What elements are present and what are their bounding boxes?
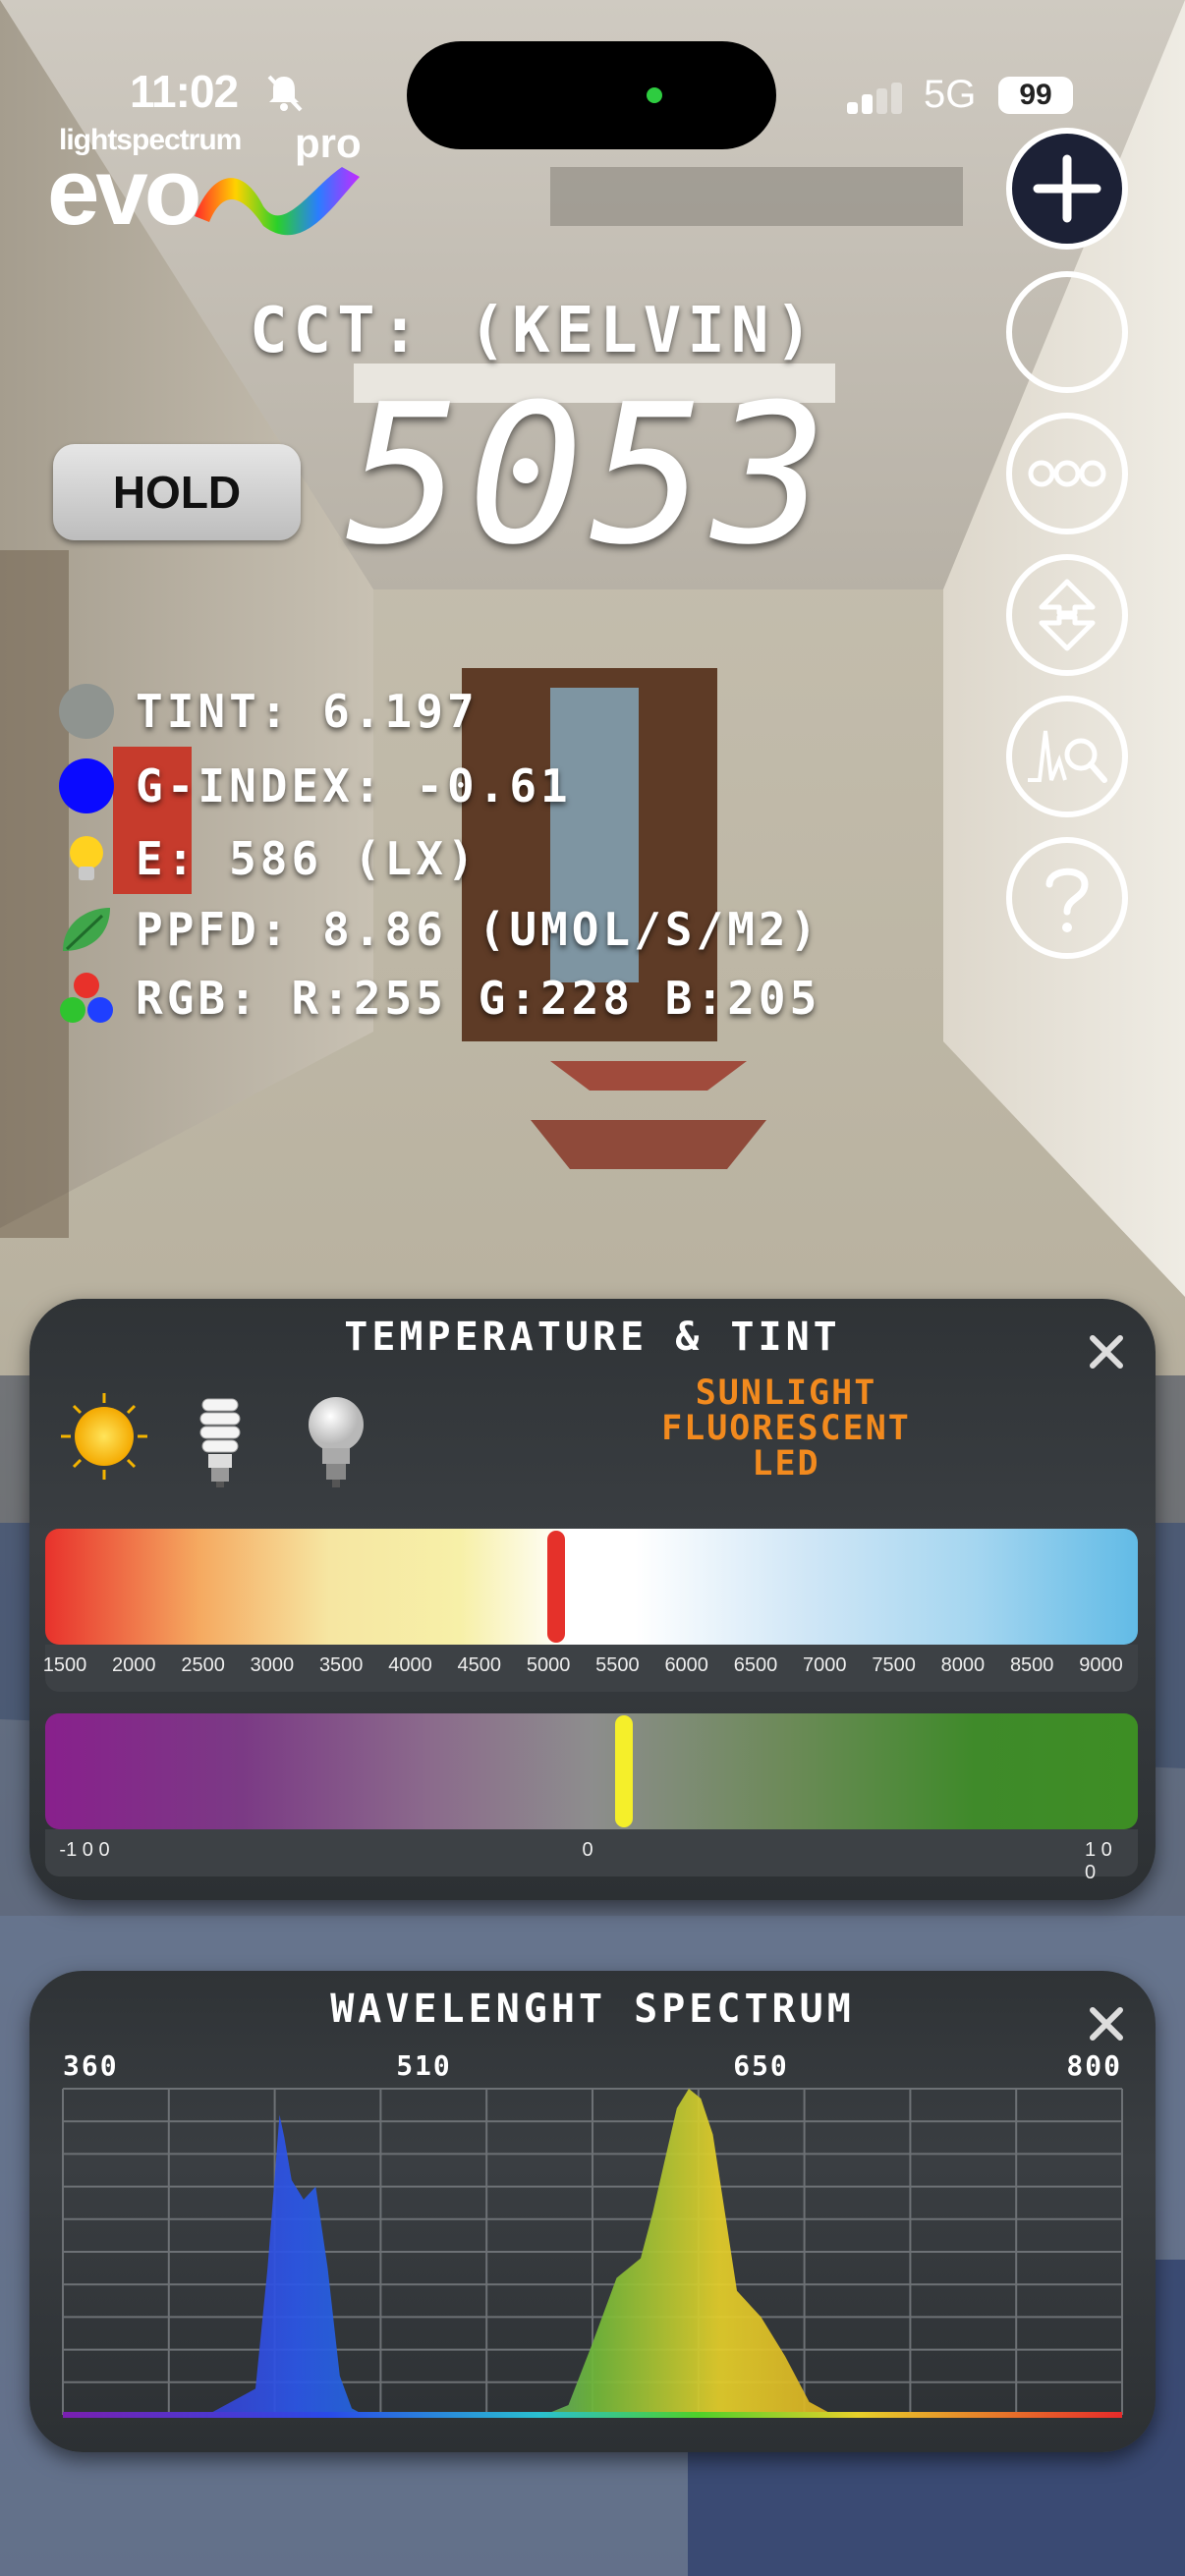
tint-scale-mid: 0: [582, 1839, 593, 1861]
kelvin-tick-label: 7000: [803, 1654, 847, 1676]
kelvin-scale: 1500 2000 2500 3000 3500 4000 4500 5000 5500 6000…: [42, 1645, 1138, 1692]
tint-scale-min: -1 0 0: [59, 1839, 110, 1861]
spectrum-axis-label: 650: [733, 2049, 789, 2082]
blue-circle-icon: [59, 758, 114, 813]
leaf-icon: [59, 902, 114, 957]
kelvin-tick-label: 3500: [318, 1654, 364, 1676]
spectrum-search-icon: [1028, 730, 1107, 783]
light-type-sunlight: SUNLIGHT: [695, 1373, 877, 1413]
metric-illuminance-text: E: 586 (LX): [136, 832, 479, 885]
svg-text:evo: evo: [47, 147, 198, 236]
more-button[interactable]: [1006, 413, 1128, 534]
help-button[interactable]: [1006, 837, 1128, 959]
kelvin-tick-label: 8500: [1009, 1654, 1054, 1676]
tint-scale: -1 0 0 0 1 0 0: [45, 1829, 1138, 1883]
kelvin-tick-label: 4000: [388, 1654, 432, 1676]
kelvin-tick-label: 7500: [872, 1654, 916, 1676]
camera-indicator-dot: [647, 87, 662, 103]
wavelength-spectrum-panel: 360 510 650 800 WAVELENGHT SPECTRUM: [29, 1971, 1156, 2452]
metric-rgb: RGB: R:255 G:228 B:205: [59, 967, 820, 1030]
silent-bell-icon: [267, 75, 303, 112]
light-type-fluorescent: FLUORESCENT: [661, 1409, 911, 1448]
cct-marker[interactable]: [546, 1531, 565, 1643]
kelvin-tick-label: 6000: [664, 1654, 708, 1676]
kelvin-tick-label: 9000: [1079, 1654, 1123, 1676]
kelvin-tick-label: 8000: [940, 1654, 986, 1676]
capture-button[interactable]: [1006, 271, 1128, 393]
kelvin-tick-label: 1500: [42, 1654, 87, 1676]
close-icon[interactable]: [1087, 2004, 1126, 2044]
metric-g-index-text: G-INDEX: -0.61: [136, 759, 572, 812]
temperature-panel-title: TEMPERATURE & TINT: [344, 1315, 841, 1360]
hold-button[interactable]: HOLD: [53, 444, 301, 540]
cct-gradient-bar: [45, 1529, 1138, 1645]
plus-icon: [1033, 154, 1101, 223]
kelvin-tick-label: 2000: [112, 1654, 156, 1676]
status-time: 11:02: [130, 66, 239, 117]
signal-icon: [847, 83, 902, 114]
spectrum-analysis-button[interactable]: [1006, 696, 1128, 817]
tint-marker[interactable]: [614, 1715, 633, 1827]
sun-icon: [61, 1393, 147, 1480]
metric-illuminance: E: 586 (LX): [59, 827, 479, 890]
cfl-bulb-icon: [199, 1398, 241, 1487]
kelvin-tick-label: 6500: [733, 1654, 778, 1676]
circle-icon: [1012, 277, 1122, 387]
metric-ppfd: PPFD: 8.86 (UMOL/S/M2): [59, 898, 820, 961]
add-button[interactable]: [1006, 128, 1128, 250]
kelvin-tick-label: 2500: [181, 1654, 225, 1676]
close-icon[interactable]: [1087, 1332, 1126, 1372]
tint-gradient-bar: [45, 1713, 1138, 1829]
spectrum-panel-title: WAVELENGHT SPECTRUM: [330, 1987, 855, 2032]
light-type-led: LED: [752, 1444, 820, 1484]
switch-camera-button[interactable]: [1006, 554, 1128, 676]
dynamic-island: [407, 41, 776, 149]
spectrum-axis-label: 510: [396, 2049, 452, 2082]
kelvin-tick-label: 4500: [457, 1654, 502, 1676]
help-icon: [1045, 868, 1089, 932]
metric-g-index: G-INDEX: -0.61: [59, 755, 572, 817]
gray-circle-icon: [59, 684, 114, 739]
kelvin-tick-label: 5500: [595, 1654, 640, 1676]
tint-scale-max: 1 0 0: [1085, 1839, 1112, 1883]
metric-tint-text: TINT: 6.197: [136, 685, 479, 738]
battery-indicator: 99: [998, 77, 1073, 114]
cct-value: 5053: [346, 364, 834, 588]
lightbulb-icon: [59, 831, 114, 886]
spectrum-baseline: [63, 2412, 1122, 2418]
spectrum-axis-label: 360: [63, 2049, 119, 2082]
network-type: 5G: [924, 73, 977, 116]
spectrum-chart: 360 510 650 800: [62, 2049, 1123, 2418]
kelvin-tick-label: 5000: [526, 1654, 571, 1676]
led-bulb-icon: [309, 1397, 364, 1487]
cct-label: CCT: (KELVIN): [250, 295, 818, 367]
rotate-icon: [1039, 579, 1096, 651]
metric-ppfd-text: PPFD: 8.86 (UMOL/S/M2): [136, 903, 821, 956]
metric-rgb-text: RGB: R:255 G:228 B:205: [136, 972, 821, 1025]
metric-tint: TINT: 6.197: [59, 680, 479, 743]
kelvin-tick-label: 3000: [250, 1654, 295, 1676]
spectrum-axis-label: 800: [1066, 2049, 1122, 2082]
temperature-tint-panel: TEMPERATURE & TINT SUNLIGHT FLUORESCENT …: [29, 1299, 1156, 1900]
more-icon: [1028, 460, 1106, 487]
rgb-dots-icon: [59, 971, 114, 1026]
app-logo: evo: [47, 147, 360, 236]
light-types: SUNLIGHT FLUORESCENT LED: [590, 1375, 983, 1482]
